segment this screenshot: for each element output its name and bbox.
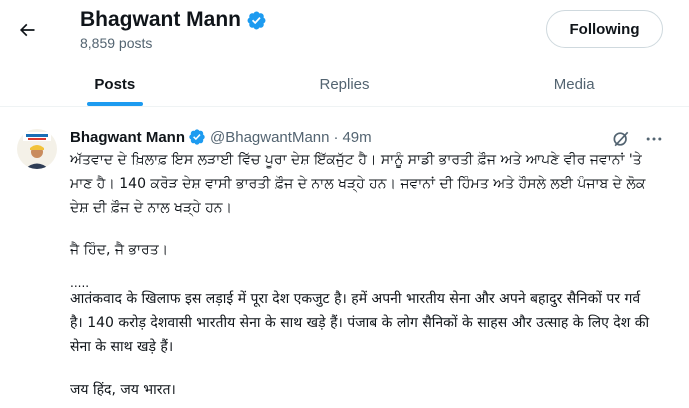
tab-media[interactable]: Media [459,62,689,106]
tab-media-label: Media [553,75,595,93]
separator-dot: · [333,128,339,146]
avatar[interactable] [17,129,57,169]
post-count: 8,859 posts [80,35,153,51]
more-horizontal-icon[interactable] [644,129,664,149]
profile-name: Bhagwant Mann [80,8,241,31]
verified-badge-icon[interactable] [188,128,206,146]
header-titles: Bhagwant Mann 8,859 posts [80,6,267,51]
back-button[interactable] [10,13,44,47]
verified-badge-icon[interactable] [246,10,267,31]
tab-posts-label: Posts [94,75,136,93]
grok-icon[interactable] [611,129,631,149]
author-name[interactable]: Bhagwant Mann [70,129,185,146]
arrow-left-icon [19,23,35,37]
tab-replies[interactable]: Replies [230,62,460,106]
author-handle[interactable]: @BhagwantMann [210,129,329,146]
post-paragraph-punjabi: ਅੱਤਵਾਦ ਦੇ ਖ਼ਿਲਾਫ਼ ਇਸ ਲੜਾਈ ਵਿੱਚ ਪੂਰਾ ਦੇਸ਼… [70,152,646,216]
following-button[interactable]: Following [546,10,663,48]
post-header: Bhagwant Mann @BhagwantMann · 49m [70,128,372,146]
post-timestamp[interactable]: 49m [342,129,371,146]
post-paragraph-hindi-closing: जय हिंद, जय भारत। [70,382,176,398]
profile-header: Bhagwant Mann 8,859 posts Following [0,0,689,62]
profile-tabs: Posts Replies Media [0,62,689,106]
post-paragraph-punjabi-closing: ਜੈ ਹਿੰਦ, ਜੈ ਭਾਰਤ। [70,242,169,258]
post[interactable]: Bhagwant Mann @BhagwantMann · 49m ਅੱਤਵਾਦ… [0,107,689,408]
profile-name-row: Bhagwant Mann [80,6,267,34]
tab-posts[interactable]: Posts [0,62,230,106]
post-paragraph-hindi: आतंकवाद के खिलाफ इस लड़ाई में पूरा देश ए… [70,291,650,355]
tab-replies-label: Replies [319,75,370,93]
